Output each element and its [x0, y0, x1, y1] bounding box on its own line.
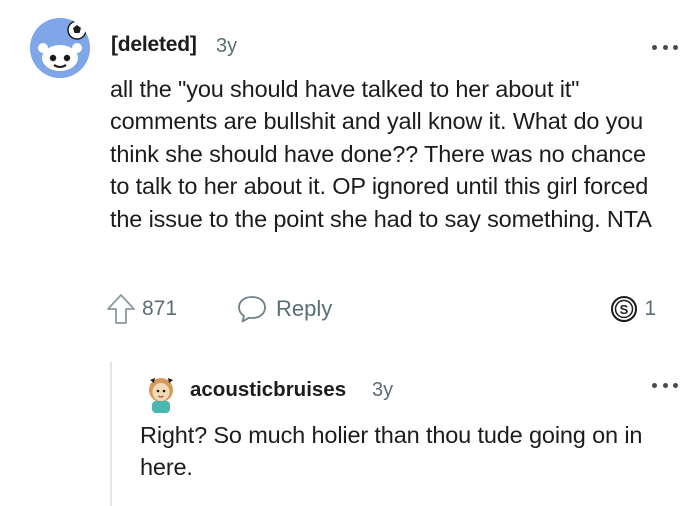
- more-options-icon[interactable]: [652, 43, 678, 51]
- reply-label: Reply: [276, 296, 333, 321]
- comment-username[interactable]: [deleted]: [111, 33, 197, 57]
- custom-avatar-icon[interactable]: [144, 376, 178, 414]
- reply-more-options-icon[interactable]: [652, 381, 678, 389]
- reply-body: Right? So much holier than thou tude goi…: [140, 422, 643, 480]
- thread-line[interactable]: [110, 362, 112, 506]
- vote-count: 871: [142, 297, 178, 320]
- svg-text:S: S: [620, 302, 629, 317]
- upvote-button[interactable]: 871: [106, 290, 177, 328]
- award-count: 1: [644, 297, 656, 320]
- comment-body: all the "you should have talked to her a…: [110, 76, 652, 232]
- comment-age: 3y: [216, 35, 238, 57]
- reply-username[interactable]: acousticbruises: [190, 378, 346, 402]
- snoo-avatar-icon[interactable]: [30, 18, 90, 78]
- award-coin-icon: S: [611, 296, 638, 322]
- upvote-arrow-icon: [107, 294, 135, 324]
- reply-age: 3y: [372, 379, 394, 401]
- award-button[interactable]: S 1: [610, 290, 656, 328]
- comment-actions: 871 Reply S 1: [106, 290, 676, 328]
- reply-button[interactable]: Reply: [236, 290, 332, 328]
- speech-bubble-icon: [238, 296, 266, 323]
